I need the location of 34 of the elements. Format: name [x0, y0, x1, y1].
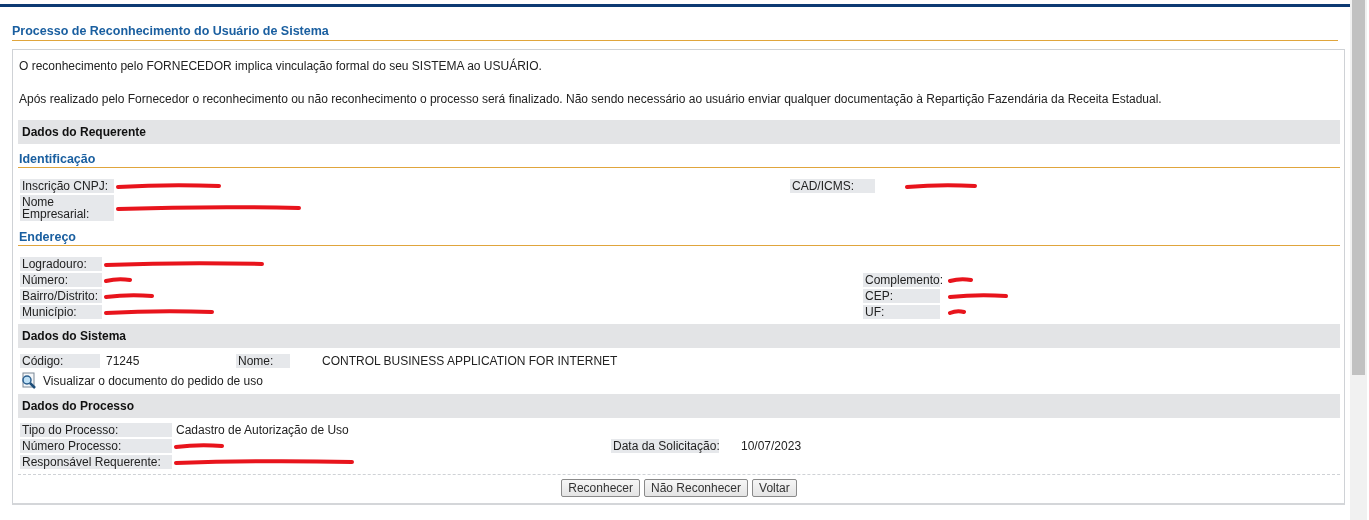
action-button[interactable]: Não Reconhecer: [644, 479, 749, 497]
field-label: Número:: [20, 273, 102, 287]
field-label: CAD/ICMS:: [790, 179, 875, 193]
paragraph: Após realizado pelo Fornecedor o reconhecimento ou não reconhecimento o processo será finalizado. Não sendo necessário ao usuário enviar qualquer documentação à Repartição Fazendária da Receita Estadual.: [19, 92, 1163, 106]
field-label: Tipo do Processo:: [20, 423, 172, 437]
paragraph: O reconhecimento pelo FORNECEDOR implica vinculação formal do seu SISTEMA ao USUÁRIO.: [19, 59, 543, 73]
field-label: UF:: [863, 305, 940, 319]
field-label: Número Processo:: [20, 439, 172, 453]
section-header: Dados do Requerente: [18, 120, 1340, 144]
field-value: CONTROL BUSINESS APPLICATION FOR INTERNET: [322, 354, 618, 368]
field-label: Responsável Requerente:: [20, 455, 172, 469]
field-label: CEP:: [863, 289, 940, 303]
section-heading: Identificação: [18, 152, 1340, 168]
field-label: Código:: [20, 354, 100, 368]
field-label: Nome:: [236, 354, 290, 368]
field-label: Complemento:: [863, 273, 940, 287]
field-label: Município:: [20, 305, 102, 319]
field-label: Data da Solicitação:: [611, 439, 719, 453]
document-link[interactable]: Visualizar o documento do pedido de uso: [43, 373, 263, 388]
section-header: Dados do Processo: [18, 394, 1340, 418]
field-value: 71245: [106, 354, 140, 368]
page-title: Processo de Reconhecimento do Usuário de Sistema: [12, 24, 1338, 41]
scrollbar[interactable]: [1350, 0, 1367, 520]
field-value: 10/07/2023: [741, 439, 802, 453]
field-label: Bairro/Distrito:: [20, 289, 102, 303]
action-button[interactable]: Reconhecer: [561, 479, 640, 497]
action-button[interactable]: Voltar: [752, 479, 797, 497]
field-label: Nome Empresarial:: [20, 195, 114, 221]
field-value: Cadastro de Autorização de Uso: [176, 423, 349, 437]
section-header: Dados do Sistema: [18, 324, 1340, 348]
magnifier-document-icon[interactable]: [20, 372, 37, 389]
field-label: Inscrição CNPJ:: [20, 179, 114, 193]
field-label: Logradouro:: [20, 257, 102, 271]
section-heading: Endereço: [18, 230, 1340, 246]
